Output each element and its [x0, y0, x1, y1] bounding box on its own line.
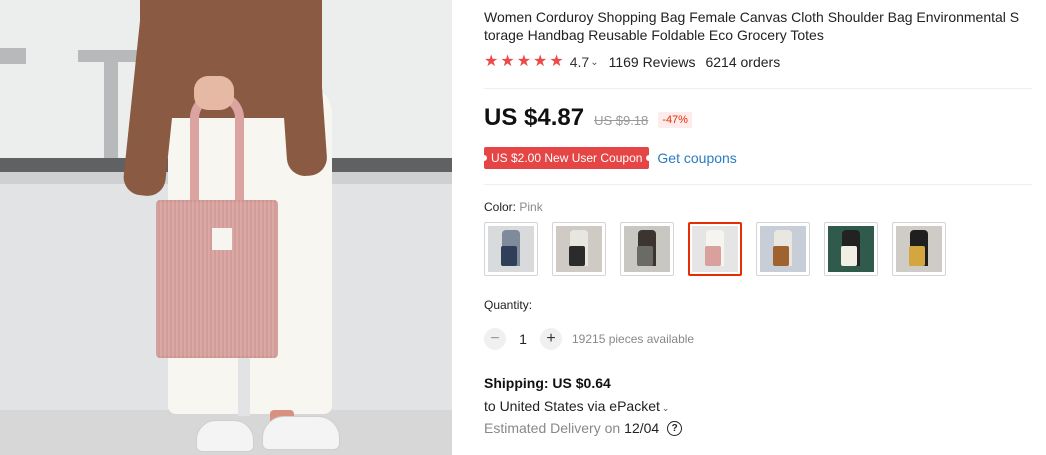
product-main-image [0, 0, 452, 455]
star-icon: ★ [549, 53, 564, 70]
discount-badge: -47% [658, 112, 692, 128]
photo-wall-letter [104, 50, 118, 158]
color-option-white[interactable] [824, 222, 878, 276]
photo-shoe [196, 420, 254, 452]
orders-count: 6214 orders [705, 54, 781, 70]
thumbnail-bag [636, 246, 654, 267]
thumbnail-bag [704, 246, 722, 267]
color-selected-value: Pink [519, 200, 543, 214]
color-thumbnail [556, 226, 602, 272]
thumbnail-bag [568, 246, 586, 267]
thumbnail-bag [840, 246, 858, 267]
color-thumbnail [692, 226, 738, 272]
quantity-value[interactable]: 1 [506, 331, 540, 347]
color-option-brown[interactable] [756, 222, 810, 276]
rating-row: ★ ★ ★ ★ ★ 4.7 ⌄ 1169 Reviews 6214 orders [484, 53, 780, 71]
quantity-label: Quantity: [484, 298, 533, 312]
color-option-pink[interactable] [688, 222, 742, 276]
color-label: Color: Pink [484, 200, 543, 214]
star-icon: ★ [484, 53, 499, 70]
get-coupons-link[interactable]: Get coupons [657, 150, 736, 166]
star-icon: ★ [533, 53, 548, 70]
shipping-destination-text[interactable]: to United States via ePacket [484, 398, 660, 414]
shipping-destination[interactable]: to United States via ePacket ⌄ [484, 398, 669, 414]
color-label-text: Color: [484, 200, 517, 214]
color-option-grey[interactable] [620, 222, 674, 276]
color-thumbnail [896, 226, 942, 272]
color-thumbnail [828, 226, 874, 272]
star-icon: ★ [516, 53, 532, 70]
photo-bag-strap [190, 92, 244, 212]
thumbnail-bag [772, 246, 790, 267]
color-thumbnail [624, 226, 670, 272]
divider [484, 184, 1032, 185]
photo-bag-tag [212, 228, 232, 250]
rating-stars: ★ ★ ★ ★ ★ [484, 54, 564, 70]
estimated-delivery: Estimated Delivery on 12/04 ? [484, 420, 683, 436]
thumbnail-bag [908, 246, 926, 267]
chevron-down-icon[interactable]: ⌄ [590, 57, 598, 68]
price-row: US $4.87 US $9.18 -47% [484, 104, 692, 134]
chevron-down-icon[interactable]: ⌄ [662, 403, 670, 413]
thumbnail-bag [500, 246, 518, 267]
photo-bag-texture [156, 200, 278, 358]
delivery-label: Estimated Delivery on [484, 420, 621, 436]
star-icon: ★ [500, 53, 515, 70]
color-option-black[interactable] [552, 222, 606, 276]
quantity-stepper: − 1 + 19215 pieces available [484, 327, 694, 351]
reviews-link[interactable]: 1169 Reviews [609, 54, 696, 70]
photo-hand [194, 76, 234, 110]
photo-shoe [262, 416, 340, 450]
product-title-line-2: torage Handbag Reusable Foldable Eco Gro… [484, 27, 824, 43]
shipping-cost: Shipping: US $0.64 [484, 375, 611, 391]
coupon-row: US $2.00 New User Coupon Get coupons [484, 147, 737, 169]
delivery-date: 12/04 [624, 420, 660, 436]
current-price: US $4.87 [484, 104, 585, 131]
photo-wall-letter [0, 48, 26, 64]
color-option-yellow[interactable] [892, 222, 946, 276]
color-option-blue[interactable] [484, 222, 538, 276]
divider [484, 88, 1032, 89]
quantity-decrease-button[interactable]: − [484, 328, 506, 350]
color-thumbnail [760, 226, 806, 272]
original-price: US $9.18 [594, 113, 649, 128]
color-thumbnail [488, 226, 534, 272]
help-icon[interactable]: ? [667, 420, 683, 436]
product-title-line-1: Women Corduroy Shopping Bag Female Canva… [484, 9, 1020, 25]
rating-value[interactable]: 4.7 [570, 54, 589, 70]
quantity-increase-button[interactable]: + [540, 328, 562, 350]
pieces-available: 19215 pieces available [572, 332, 695, 346]
product-title: Women Corduroy Shopping Bag Female Canva… [484, 8, 1036, 44]
new-user-coupon-badge[interactable]: US $2.00 New User Coupon [484, 147, 650, 169]
color-swatches [484, 222, 946, 276]
